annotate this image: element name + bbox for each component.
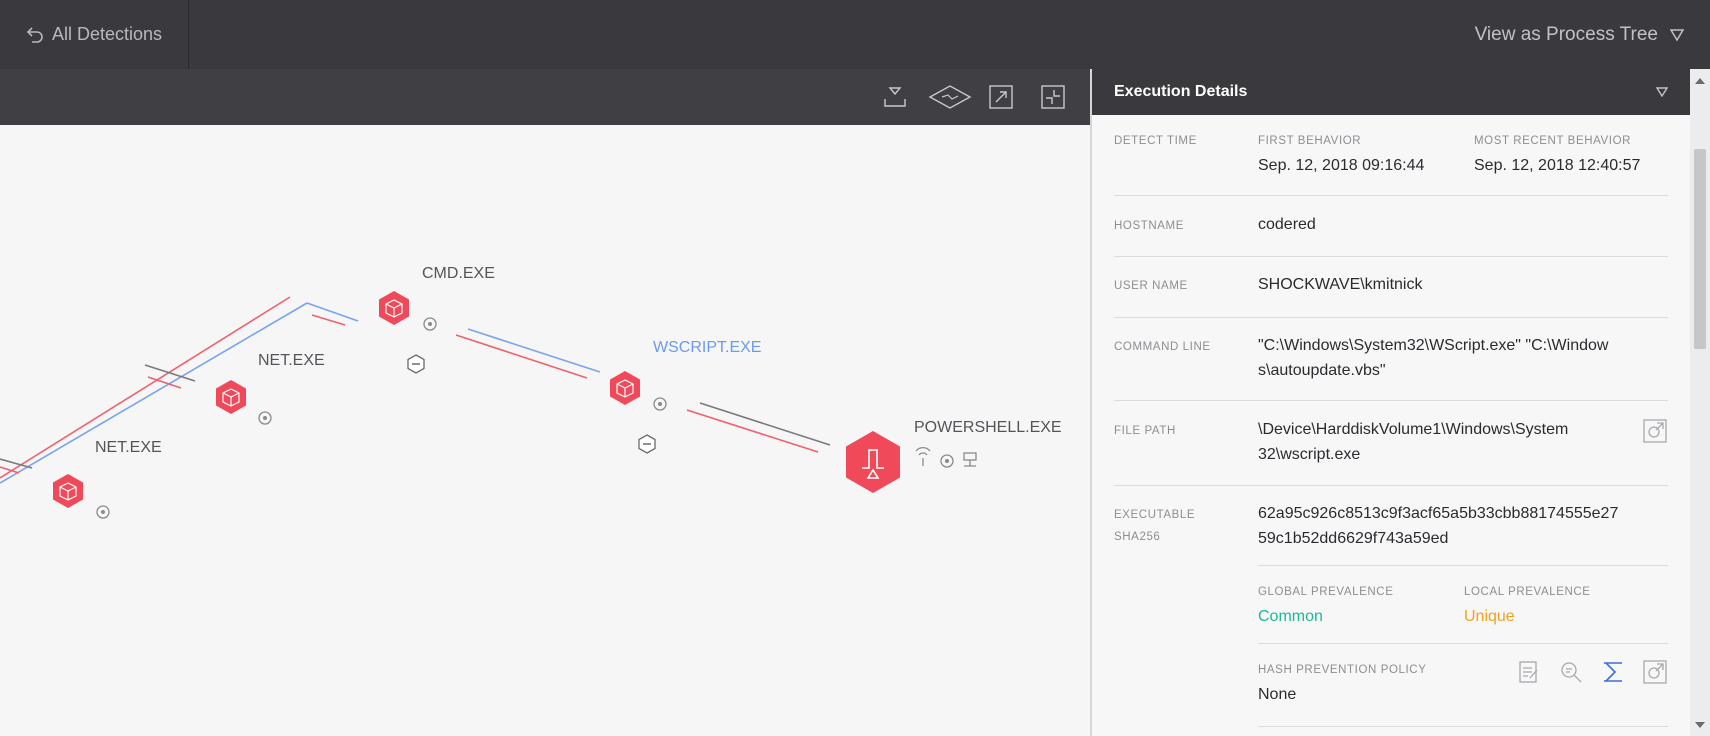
hash-policy-label: HASH PREVENTION POLICY [1258,664,1427,676]
edge-line [686,409,819,453]
divider [1114,195,1668,196]
expand-button[interactable] [985,81,1017,113]
username-label: USER NAME [1114,280,1188,292]
process-label-wscript[interactable]: WSCRIPT.EXE [653,339,761,357]
graph-toolbar [0,69,1090,125]
command-line-value: "C:\Windows\System32\WScript.exe" "C:\Wi… [1258,337,1609,354]
search-icon [1561,662,1582,683]
edge-line [699,402,831,446]
back-arrow-icon [26,26,43,43]
first-behavior-label: FIRST BEHAVIOR [1258,135,1362,147]
hash-policy-value: None [1258,686,1297,703]
detect-time-label: DETECT TIME [1114,135,1197,147]
panel-scrollbar[interactable] [1690,69,1710,736]
divider [1114,400,1668,401]
view-as-dropdown[interactable]: View as Process Tree [1475,0,1684,69]
external-link-button[interactable] [1643,419,1667,443]
chevron-down-icon [1670,28,1684,41]
sum-button[interactable] [1601,660,1625,684]
sha256-value: 62a95c926c8513c9f3acf65a5b33cbb88174555e… [1258,505,1619,522]
process-label-cmd[interactable]: CMD.EXE [422,265,495,283]
fit-to-screen-button[interactable] [1037,81,1069,113]
process-label-net[interactable]: NET.EXE [95,439,162,457]
process-node-wscript[interactable] [610,371,667,454]
edge-line [467,328,601,373]
search-hash-button[interactable] [1559,660,1583,684]
notepad-icon [1519,661,1538,683]
layers-icon [928,85,972,109]
file-path-value-cont: 32\wscript.exe [1258,446,1361,463]
external-link-icon [1643,419,1667,443]
process-node-cmd[interactable] [379,291,437,374]
process-graph-canvas[interactable]: CMD.EXE NET.EXE WSCRIPT.EXE NET.EXE POWE… [0,125,1090,736]
command-line-label: COMMAND LINE [1114,341,1211,353]
external-link-icon [1643,660,1667,684]
expand-icon [989,85,1013,109]
divider [1114,317,1668,318]
sigma-icon [1604,662,1622,682]
sha256-label: EXECUTABLE [1114,509,1196,521]
edge-line [306,302,359,322]
scroll-up-icon[interactable] [1690,75,1710,87]
scroll-down-icon[interactable] [1690,719,1710,731]
download-icon [884,87,906,107]
sha256-label-cont: SHA256 [1114,531,1161,543]
process-label-powershell[interactable]: POWERSHELL.EXE [914,419,1062,437]
divider [1114,485,1668,486]
file-path-label: FILE PATH [1114,425,1176,437]
hostname-label: HOSTNAME [1114,220,1184,232]
global-prevalence-value: Common [1258,608,1323,625]
first-behavior-value: Sep. 12, 2018 09:16:44 [1258,157,1425,174]
local-prevalence-value: Unique [1464,608,1515,625]
scroll-thumb[interactable] [1694,149,1706,349]
global-prevalence-label: GLOBAL PREVALENCE [1258,586,1394,598]
hostname-value: codered [1258,216,1316,233]
view-as-label: View as Process Tree [1474,23,1658,45]
process-node-net-1[interactable] [216,380,272,425]
layout-toggle-button[interactable] [928,81,972,113]
command-line-value-cont: s\autoupdate.vbs" [1258,362,1386,379]
divider [1258,726,1668,727]
local-prevalence-label: LOCAL PREVALENCE [1464,586,1591,598]
edge-line [311,314,346,326]
sha256-value-cont: 59c1b52dd6629f743a59ed [1258,530,1449,547]
process-node-powershell[interactable] [846,431,977,493]
process-hex-icon [846,431,900,493]
edge-line [455,334,588,379]
process-node-net-2[interactable] [53,474,110,519]
execution-details-panel: Execution Details DETECT TIME FIRST BEHA… [1092,69,1690,736]
recent-behavior-label: MOST RECENT BEHAVIOR [1474,135,1632,147]
divider [1258,565,1668,566]
panel-title: Execution Details [1114,83,1248,100]
process-label-net[interactable]: NET.EXE [258,352,325,370]
username-value: SHOCKWAVE\kmitnick [1258,276,1423,293]
top-bar: All Detections View as Process Tree [0,0,1710,69]
divider [1114,256,1668,257]
file-path-value: \Device\HarddiskVolume1\Windows\System [1258,421,1569,438]
chevron-down-icon[interactable] [1656,87,1668,97]
recent-behavior-value: Sep. 12, 2018 12:40:57 [1474,157,1641,174]
download-button[interactable] [879,81,911,113]
registry-icon [963,452,977,461]
all-detections-label: All Detections [52,24,163,44]
panel-header[interactable]: Execution Details [1092,69,1690,115]
wifi-icon [915,447,931,456]
divider [1258,643,1668,644]
collapse-icon [1041,85,1065,109]
all-detections-back-button[interactable]: All Detections [0,0,189,69]
edit-policy-button[interactable] [1517,660,1541,684]
external-link-button[interactable] [1643,660,1667,684]
